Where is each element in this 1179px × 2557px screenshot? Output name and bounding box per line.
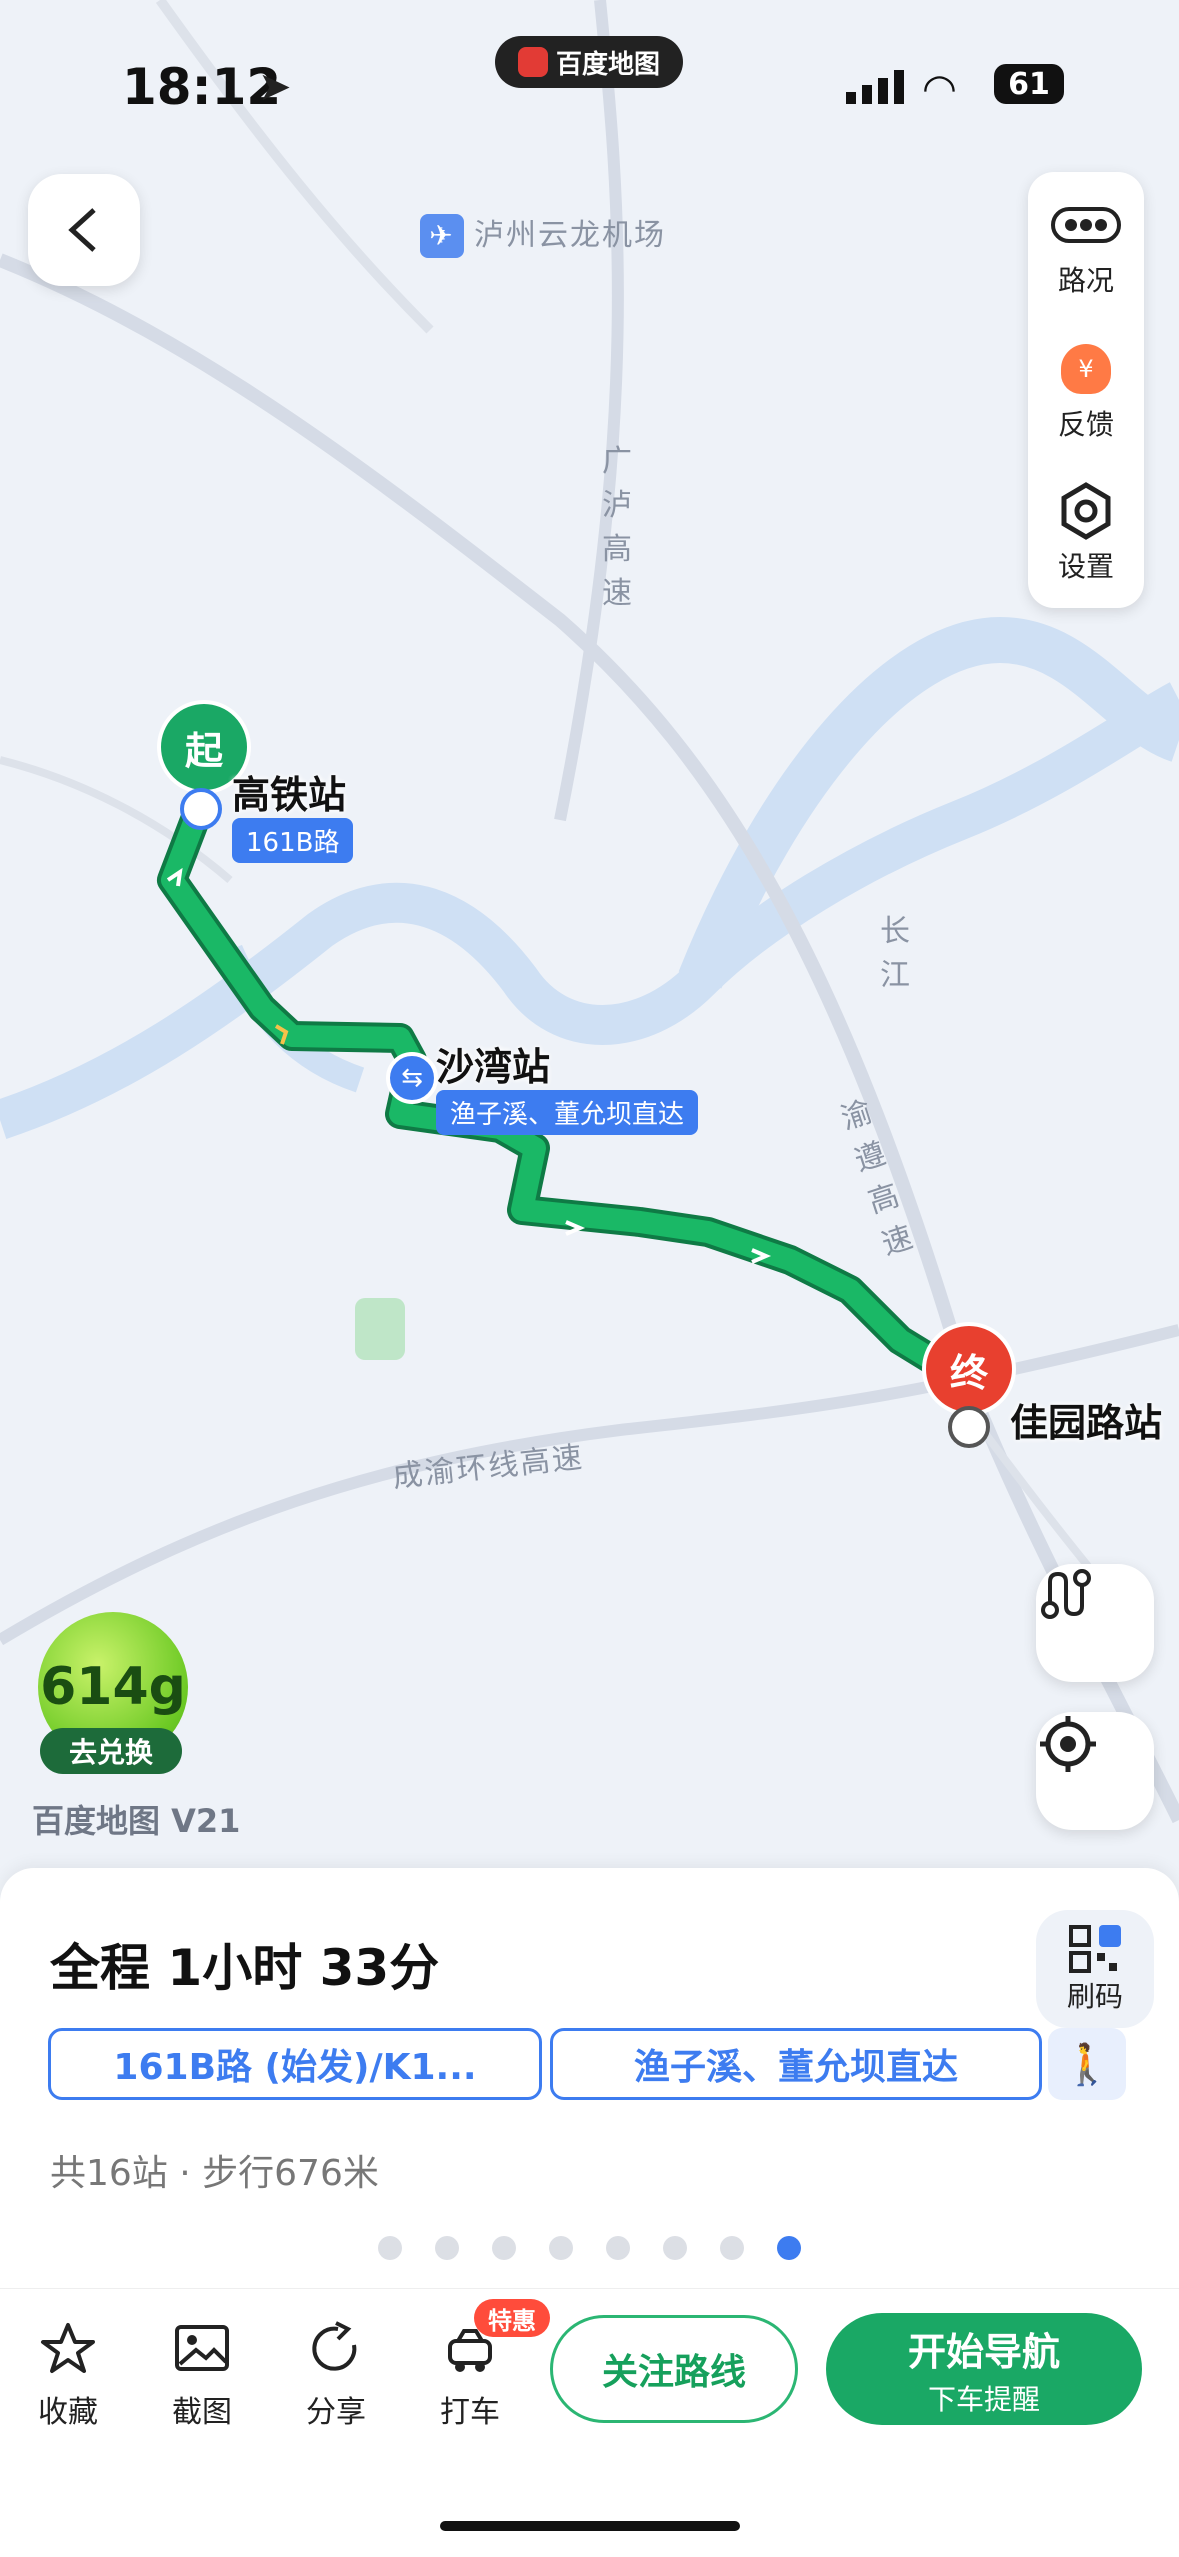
alight-reminder-label: 下车提醒	[927, 2382, 1040, 2416]
tool-traffic-label: 路况	[1057, 264, 1114, 297]
tool-feedback-label: 反馈	[1057, 408, 1114, 441]
route-options-button[interactable]	[1036, 1564, 1154, 1682]
route-meta: 共16站 · 步行676米	[50, 2153, 379, 2194]
share-icon	[304, 2317, 368, 2381]
page-dot[interactable]	[606, 2236, 630, 2260]
qr-code-icon	[1069, 1925, 1121, 1973]
transfer-line-tag: 渔子溪、董允坝直达	[436, 1090, 699, 1135]
route-duration: 全程 1小时 33分	[50, 1939, 440, 1997]
image-icon	[170, 2317, 234, 2381]
end-pin[interactable]: 终	[922, 1322, 1016, 1416]
follow-route-button[interactable]: 关注路线	[550, 2315, 798, 2423]
action-bar: 收藏 截图 分享 打车 特惠 关注路线 开始导航 下车提醒	[0, 2288, 1179, 2557]
end-station-name[interactable]: 佳园路站	[1010, 1392, 1162, 1447]
location-arrow-icon: ➤	[258, 64, 292, 110]
page-dot-active[interactable]	[777, 2236, 801, 2260]
page-dot[interactable]	[720, 2236, 744, 2260]
locate-icon	[1040, 1716, 1096, 1772]
map-tools-panel: 路况 ¥ 反馈 设置	[1028, 172, 1144, 608]
map-view[interactable]: ✈ 泸州云龙机场 广泸高速 长江 渝遵高速 成渝环线高速 起 高铁站 161B路 …	[0, 0, 1179, 1880]
route-page-dots[interactable]	[378, 2236, 801, 2260]
transfer-station-name[interactable]: 沙湾站	[436, 1036, 550, 1091]
battery-indicator: 61	[994, 64, 1064, 104]
segment-bus-1[interactable]: 161B路 (始发)/K1...	[48, 2028, 542, 2100]
locate-button[interactable]	[1036, 1712, 1154, 1830]
feedback-icon: ¥	[1051, 341, 1121, 397]
start-navigation-button[interactable]: 开始导航 下车提醒	[826, 2313, 1142, 2425]
tool-feedback[interactable]: ¥ 反馈	[1028, 322, 1144, 462]
map-watermark: 百度地图 V21	[32, 1802, 241, 1840]
qr-code-button[interactable]: 刷码	[1036, 1910, 1154, 2028]
taxi-label: 打车	[440, 2395, 500, 2430]
traffic-icon	[1051, 197, 1121, 253]
river-label: 长江	[880, 914, 912, 993]
segment-bus-2[interactable]: 渔子溪、董允坝直达	[550, 2028, 1042, 2100]
screenshot-button[interactable]: 截图	[142, 2317, 262, 2431]
back-button[interactable]	[28, 174, 140, 286]
map-canvas	[0, 0, 1179, 1824]
start-station-name[interactable]: 高铁站	[232, 764, 346, 819]
share-button[interactable]: 分享	[276, 2317, 396, 2431]
favorite-label: 收藏	[38, 2395, 98, 2430]
route-card: 全程 1小时 33分 刷码 161B路 (始发)/K1... 渔子溪、董允坝直达…	[0, 1868, 1179, 2288]
chevron-left-icon	[68, 208, 96, 252]
transfer-icon: ⇆	[386, 1052, 438, 1104]
walk-icon: 🚶	[1062, 2041, 1112, 2088]
hwy-north-label: 广泸高速	[602, 444, 634, 611]
eco-redeem-button[interactable]: 去兑换	[40, 1728, 182, 1774]
settings-icon	[1051, 482, 1121, 540]
brand-label: 百度地图	[555, 49, 660, 80]
start-navigation-label: 开始导航	[907, 2329, 1060, 2374]
signal-icon	[846, 70, 906, 108]
walk-segment[interactable]: 🚶	[1048, 2028, 1126, 2100]
start-line-tag: 161B路	[232, 818, 354, 863]
page-dot[interactable]	[663, 2236, 687, 2260]
wifi-icon: ◠	[922, 66, 957, 112]
deal-badge: 特惠	[474, 2299, 550, 2337]
screenshot-label: 截图	[172, 2395, 232, 2430]
airport-label: ✈ 泸州云龙机场	[420, 210, 666, 258]
tool-settings[interactable]: 设置	[1028, 464, 1144, 604]
star-icon	[36, 2317, 100, 2381]
page-dot[interactable]	[378, 2236, 402, 2260]
page-dot[interactable]	[492, 2236, 516, 2260]
page-dot[interactable]	[435, 2236, 459, 2260]
route-icon	[1041, 1569, 1091, 1619]
favorite-button[interactable]: 收藏	[8, 2317, 128, 2431]
tool-traffic[interactable]: 路况	[1028, 178, 1144, 318]
brand-pill[interactable]: 百度地图	[495, 36, 683, 88]
baidu-logo-icon	[517, 47, 548, 77]
home-indicator[interactable]	[440, 2521, 740, 2531]
qr-code-label: 刷码	[1066, 1980, 1123, 2013]
airport-icon: ✈	[420, 214, 464, 258]
end-stop-icon	[948, 1406, 990, 1448]
bus-stop-icon	[180, 788, 222, 830]
share-label: 分享	[306, 2395, 366, 2430]
tool-settings-label: 设置	[1057, 550, 1114, 583]
page-dot[interactable]	[549, 2236, 573, 2260]
